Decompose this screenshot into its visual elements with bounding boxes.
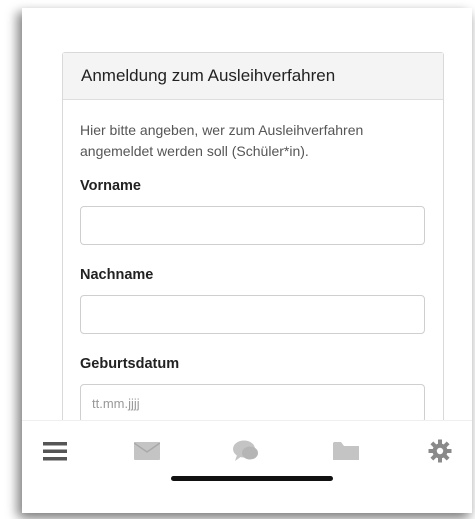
bottom-toolbar — [22, 420, 472, 477]
intro-text: Hier bitte angeben, wer zum Ausleihverfa… — [80, 122, 364, 159]
gear-icon[interactable] — [427, 439, 453, 463]
last-name-label: Nachname — [80, 267, 154, 283]
folder-icon[interactable] — [333, 439, 359, 463]
menu-icon[interactable] — [42, 439, 68, 463]
chat-icon[interactable] — [233, 439, 259, 463]
first-name-label: Vorname — [80, 178, 141, 194]
card-body: Hier bitte angeben, wer zum Ausleihverfa… — [63, 100, 443, 423]
mail-icon[interactable] — [134, 439, 160, 463]
card-title: Anmeldung zum Ausleihverfahren — [63, 53, 443, 100]
screenshot-frame: Anmeldung zum Ausleihverfahren Hier bitt… — [0, 0, 475, 519]
first-name-field[interactable] — [80, 206, 425, 245]
birthdate-label: Geburtsdatum — [80, 356, 180, 372]
home-indicator[interactable] — [171, 476, 333, 481]
phone-screen: Anmeldung zum Ausleihverfahren Hier bitt… — [22, 8, 472, 513]
birthdate-field[interactable]: tt.mm.jjjj — [80, 384, 425, 423]
last-name-field[interactable] — [80, 295, 425, 334]
registration-card: Anmeldung zum Ausleihverfahren Hier bitt… — [62, 52, 444, 454]
